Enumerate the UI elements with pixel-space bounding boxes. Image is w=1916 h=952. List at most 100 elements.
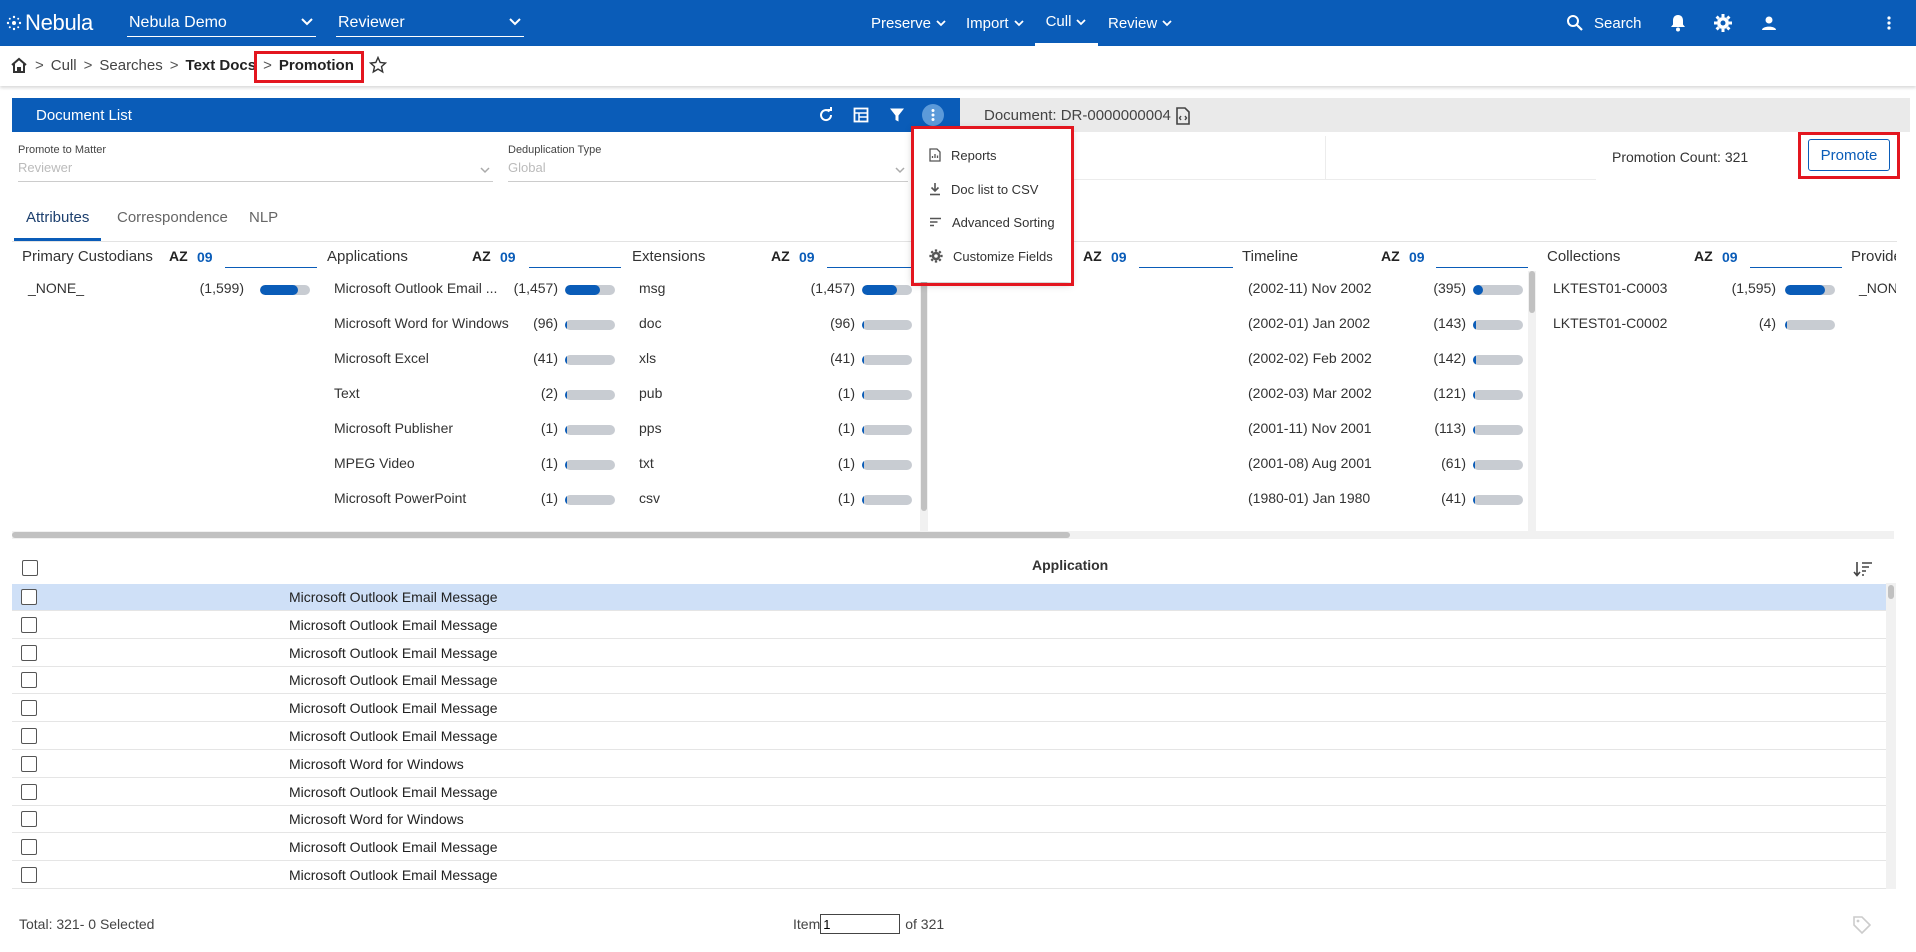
row-checkbox[interactable]	[21, 755, 37, 772]
user-icon[interactable]	[1758, 12, 1780, 34]
facet-search-line[interactable]	[529, 267, 621, 268]
filter-icon[interactable]	[886, 104, 908, 126]
scrollbar-thumb[interactable]	[1888, 585, 1894, 599]
table-row[interactable]: Microsoft Word for Windows	[12, 751, 1886, 778]
facet-row[interactable]: xls	[639, 350, 656, 370]
facet-row[interactable]: (2002-01) Jan 2002	[1248, 315, 1370, 335]
breadcrumb-cull[interactable]: Cull	[51, 57, 77, 74]
row-checkbox[interactable]	[21, 811, 37, 828]
scrollbar-thumb[interactable]	[12, 532, 1070, 538]
sort-alpha-icon[interactable]: AZ	[169, 248, 188, 264]
tag-icon[interactable]	[1852, 915, 1872, 935]
facet-row[interactable]: LKTEST01-C0002	[1553, 315, 1667, 335]
menu-item-advanced-sorting[interactable]: Advanced Sorting	[929, 211, 1055, 233]
row-checkbox[interactable]	[21, 867, 37, 883]
table-row[interactable]: Microsoft Outlook Email Message	[12, 779, 1886, 806]
row-checkbox[interactable]	[21, 616, 37, 633]
table-row[interactable]: Microsoft Outlook Email Message	[12, 862, 1886, 889]
column-header-application[interactable]: Application	[1032, 557, 1108, 573]
breadcrumb-searches[interactable]: Searches	[99, 57, 162, 74]
table-row[interactable]: Microsoft Outlook Email Message	[12, 612, 1886, 639]
facet-row[interactable]: (2001-11) Nov 2001	[1248, 420, 1371, 440]
sort-alpha-icon[interactable]: AZ	[1694, 248, 1713, 264]
facet-row[interactable]: Microsoft PowerPoint	[334, 490, 466, 510]
facet-row[interactable]: txt	[639, 455, 654, 475]
project-select[interactable]: Nebula Demo	[127, 9, 316, 37]
facet-row[interactable]: msg	[639, 280, 665, 300]
facet-row[interactable]: pps	[639, 420, 662, 440]
table-row[interactable]: Microsoft Outlook Email Message	[12, 834, 1886, 862]
vertical-scrollbar[interactable]	[1886, 583, 1896, 889]
scrollbar-thumb[interactable]	[1529, 271, 1535, 313]
sort-count-icon[interactable]: 09	[197, 249, 213, 265]
facet-row[interactable]: doc	[639, 315, 662, 335]
facet-row[interactable]: Microsoft Excel	[334, 350, 429, 370]
menu-item-doc-list-csv[interactable]: Doc list to CSV	[929, 178, 1038, 200]
nav-review[interactable]: Review	[1102, 0, 1179, 46]
sort-alpha-icon[interactable]: AZ	[1083, 248, 1102, 264]
tab-correspondence[interactable]: Correspondence	[117, 209, 228, 238]
kebab-icon[interactable]	[1878, 12, 1900, 34]
table-row[interactable]: Microsoft Outlook Email Message	[12, 640, 1886, 667]
facet-search-line[interactable]	[225, 267, 317, 268]
menu-item-reports[interactable]: Reports	[929, 144, 997, 166]
facet-row[interactable]: Microsoft Word for Windows	[334, 315, 509, 335]
scrollbar-thumb[interactable]	[921, 271, 927, 511]
sort-alpha-icon[interactable]: AZ	[1381, 248, 1400, 264]
row-checkbox[interactable]	[21, 700, 37, 717]
tab-nlp[interactable]: NLP	[249, 209, 278, 238]
row-checkbox[interactable]	[21, 672, 37, 689]
nav-preserve[interactable]: Preserve	[865, 0, 953, 46]
facet-row[interactable]: MPEG Video	[334, 455, 415, 475]
row-checkbox[interactable]	[21, 644, 37, 661]
sort-count-icon[interactable]: 09	[1409, 249, 1425, 265]
row-checkbox[interactable]	[21, 728, 37, 744]
horizontal-scrollbar[interactable]	[12, 531, 1894, 539]
facet-search-line[interactable]	[1750, 267, 1842, 268]
table-row[interactable]: Microsoft Word for Windows	[12, 806, 1886, 834]
table-row[interactable]: Microsoft Outlook Email Message	[12, 667, 1886, 695]
sort-alpha-icon[interactable]: AZ	[472, 248, 491, 264]
promote-button[interactable]: Promote	[1808, 139, 1890, 171]
table-row[interactable]: Microsoft Outlook Email Message	[12, 584, 1886, 611]
nav-import[interactable]: Import	[960, 0, 1031, 46]
facet-row[interactable]: csv	[639, 490, 660, 510]
facet-search-line[interactable]	[827, 267, 924, 268]
sort-count-icon[interactable]: 09	[799, 249, 815, 265]
facet-row[interactable]: _NON	[1859, 280, 1896, 300]
select-all-checkbox[interactable]	[22, 560, 38, 576]
tab-attributes[interactable]: Attributes	[14, 209, 102, 241]
more-options-icon[interactable]	[922, 104, 944, 126]
facet-row[interactable]: (2002-03) Mar 2002	[1248, 385, 1372, 405]
nav-cull[interactable]: Cull	[1035, 0, 1098, 46]
home-icon[interactable]	[10, 57, 28, 74]
facet-row[interactable]: Text	[334, 385, 360, 405]
sort-order-icon[interactable]	[1853, 561, 1873, 577]
facet-row[interactable]: pub	[639, 385, 662, 405]
sort-count-icon[interactable]: 09	[500, 249, 516, 265]
nebula-logo[interactable]: Nebula	[6, 9, 93, 37]
row-checkbox[interactable]	[21, 783, 37, 800]
table-layout-icon[interactable]	[850, 104, 872, 126]
document-code-icon[interactable]	[1175, 107, 1191, 125]
vertical-scrollbar[interactable]	[1528, 271, 1536, 531]
row-checkbox[interactable]	[21, 589, 37, 605]
refresh-icon[interactable]	[815, 104, 837, 126]
facet-row[interactable]: (2002-02) Feb 2002	[1248, 350, 1372, 370]
facet-row[interactable]: (2001-08) Aug 2001	[1248, 455, 1372, 475]
facet-row[interactable]: Microsoft Publisher	[334, 420, 453, 440]
facet-row[interactable]: (1980-01) Jan 1980	[1248, 490, 1370, 510]
facet-row[interactable]: LKTEST01-C0003	[1553, 280, 1667, 300]
menu-item-customize-fields[interactable]: Customize Fields	[929, 245, 1053, 267]
facet-row[interactable]: Microsoft Outlook Email ...	[334, 280, 497, 300]
pager-item-input[interactable]	[820, 914, 901, 934]
gear-icon[interactable]	[1712, 12, 1734, 34]
facet-search-line[interactable]	[1436, 267, 1528, 268]
table-row[interactable]: Microsoft Outlook Email Message	[12, 695, 1886, 723]
bell-icon[interactable]	[1667, 12, 1689, 34]
sort-count-icon[interactable]: 09	[1722, 249, 1738, 265]
facet-search-line[interactable]	[1139, 267, 1233, 268]
row-checkbox[interactable]	[21, 839, 37, 856]
table-row[interactable]: Microsoft Outlook Email Message	[12, 723, 1886, 750]
sort-count-icon[interactable]: 09	[1111, 249, 1127, 265]
